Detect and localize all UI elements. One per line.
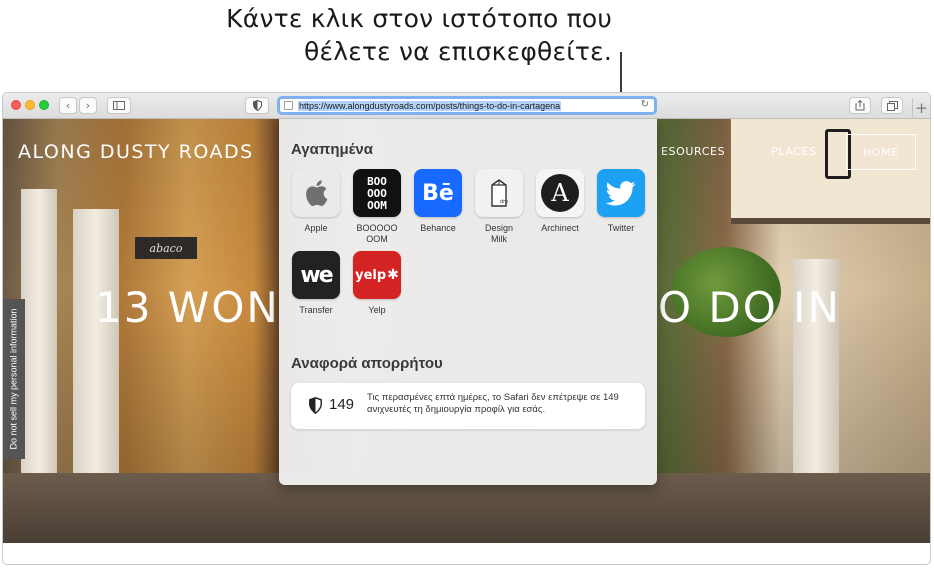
favorites-popover: Αγαπημένα Apple BOO OOO OOM BOOOOO OOM B…	[279, 119, 657, 485]
new-tab-button[interactable]: +	[912, 98, 930, 119]
chevron-left-icon: ‹	[65, 99, 71, 112]
hero-title-left: 13 WON	[95, 283, 280, 332]
favorite-label: Behance	[420, 223, 456, 233]
favorite-label: BOOOOO OOM	[356, 223, 398, 244]
trackers-count: 149	[329, 396, 355, 413]
favorite-label: Yelp	[368, 305, 386, 315]
favorite-label: Twitter	[607, 223, 635, 233]
privacy-report-heading: Αναφορά απορρήτου	[291, 355, 443, 372]
callout-annotation: Κάντε κλικ στον ιστότοπο που θέλετε να ε…	[226, 2, 612, 68]
favorite-label: Archinect	[541, 223, 579, 233]
minimize-window-button[interactable]	[25, 100, 35, 110]
shop-sign: abaco	[135, 237, 197, 259]
favorite-apple[interactable]: Apple	[285, 169, 347, 234]
apple-logo-icon	[292, 169, 340, 217]
do-not-sell-label: Do not sell my personal information	[9, 308, 20, 450]
zoom-window-button[interactable]	[39, 100, 49, 110]
privacy-report-card[interactable]: 149 Τις περασμένες επτά ημέρες, το Safar…	[291, 383, 645, 429]
privacy-report-text: Τις περασμένες επτά ημέρες, το Safari δε…	[367, 392, 619, 415]
svg-text:dm: dm	[500, 199, 508, 205]
shield-icon	[309, 397, 322, 414]
behance-logo-icon: Bē	[414, 169, 462, 217]
transfer-tile-text: we	[300, 262, 333, 288]
back-button[interactable]: ‹	[59, 97, 77, 114]
favorite-boooooom[interactable]: BOO OOO OOM BOOOOO OOM	[346, 169, 408, 245]
yelp-burst-icon: ✱	[387, 267, 399, 283]
tabs-icon	[886, 100, 898, 111]
yelp-tile-text: yelp	[355, 267, 387, 283]
archinect-logo-icon: A	[536, 169, 584, 217]
browser-toolbar: ‹ › https://www.alongdustyroads.com/post…	[3, 93, 930, 119]
behance-tile-text: Bē	[422, 180, 454, 206]
do-not-sell-tab[interactable]: Do not sell my personal information	[3, 299, 25, 459]
favorite-label: Transfer	[299, 305, 333, 315]
address-bar[interactable]: https://www.alongdustyroads.com/posts/th…	[277, 96, 657, 115]
column-decoration	[73, 209, 119, 509]
site-logo[interactable]: ALONG DUSTY ROADS	[18, 141, 254, 163]
share-icon	[855, 100, 865, 111]
twitter-bird-icon	[597, 169, 645, 217]
favorite-design-milk[interactable]: dm Design Milk	[468, 169, 530, 245]
favorite-behance[interactable]: Bē Behance	[407, 169, 469, 234]
tab-overview-button[interactable]	[881, 97, 903, 114]
favorite-label: Design Milk	[484, 223, 513, 244]
favorites-heading: Αγαπημένα	[291, 141, 373, 158]
favorite-archinect[interactable]: A Archinect	[529, 169, 591, 234]
boooooom-tile-text: BOO OOO OOM	[367, 175, 387, 212]
nav-places-link[interactable]: PLACES	[771, 145, 817, 158]
callout-line-1: Κάντε κλικ στον ιστότοπο που	[226, 4, 612, 33]
favorite-yelp[interactable]: yelp ✱ Yelp	[346, 251, 408, 316]
page-icon	[284, 101, 293, 110]
nav-resources-link[interactable]: ESOURCES	[661, 145, 725, 158]
safari-window: ‹ › https://www.alongdustyroads.com/post…	[2, 92, 931, 565]
archinect-tile-text: A	[541, 174, 579, 212]
share-button[interactable]	[849, 97, 871, 114]
yelp-logo-icon: yelp ✱	[353, 251, 401, 299]
close-window-button[interactable]	[11, 100, 21, 110]
favorite-twitter[interactable]: Twitter	[590, 169, 652, 234]
forward-button[interactable]: ›	[79, 97, 97, 114]
shield-icon	[252, 100, 262, 111]
wetransfer-logo-icon: we	[292, 251, 340, 299]
hero-title-right: O DO IN	[658, 283, 841, 332]
sidebar-button[interactable]	[107, 97, 131, 114]
privacy-report-button[interactable]	[245, 97, 269, 114]
boooooom-logo-icon: BOO OOO OOM	[353, 169, 401, 217]
sidebar-icon	[113, 101, 125, 110]
favorite-label: Apple	[304, 223, 328, 233]
web-page: abaco ALONG DUSTY ROADS ESOURCES PLACES …	[3, 119, 930, 543]
url-text[interactable]: https://www.alongdustyroads.com/posts/th…	[298, 100, 562, 111]
favorite-transfer[interactable]: we Transfer	[285, 251, 347, 316]
callout-line-2: θέλετε να επισκεφθείτε.	[303, 37, 612, 66]
design-milk-logo-icon: dm	[475, 169, 523, 217]
reload-icon[interactable]: ↻	[641, 99, 649, 110]
chevron-right-icon: ›	[85, 99, 91, 112]
nav-home-link[interactable]: HOME	[846, 134, 916, 170]
